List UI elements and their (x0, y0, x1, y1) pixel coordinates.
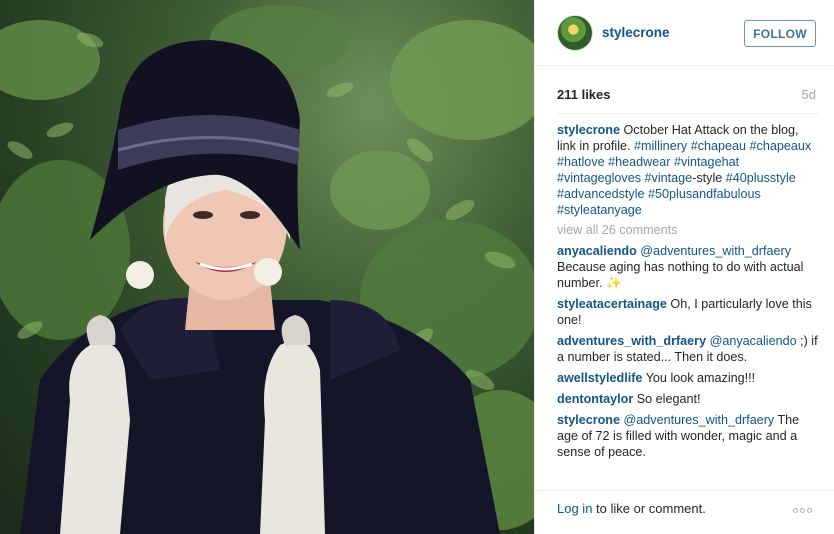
caption: stylecrone October Hat Attack on the blo… (557, 122, 819, 218)
hashtag[interactable]: #chapeaux (750, 139, 812, 153)
comment: awellstyledlife You look amazing!!! (557, 370, 819, 386)
comment-text: So elegant! (636, 392, 701, 406)
hashtag[interactable]: #chapeau (691, 139, 746, 153)
comment: stylecrone @adventures_with_drfaery The … (557, 412, 819, 460)
login-prompt: Log in to like or comment. (557, 501, 706, 516)
hashtag[interactable]: #headwear (608, 155, 670, 169)
hashtag[interactable]: #vintage (645, 171, 693, 185)
view-all-comments-link[interactable]: view all 26 comments (557, 223, 819, 237)
hashtag[interactable]: #hatlove (557, 155, 605, 169)
comment: anyacaliendo @adventures_with_drfaery Be… (557, 243, 819, 291)
post-age[interactable]: 5d (802, 87, 816, 102)
login-link[interactable]: Log in (557, 501, 592, 516)
hashtag[interactable]: #styleatanyage (557, 203, 642, 217)
hashtag[interactable]: #vintagegloves (557, 171, 641, 185)
comment-mention[interactable]: @adventures_with_drfaery (624, 413, 775, 427)
comment-list: stylecrone October Hat Attack on the blo… (557, 113, 819, 465)
post-photo[interactable] (0, 0, 534, 534)
more-options-icon[interactable] (793, 501, 817, 517)
login-prompt-text: to like or comment. (596, 501, 706, 516)
author-username[interactable]: stylecrone (602, 25, 670, 40)
hashtag[interactable]: #50plusandfabulous (648, 187, 761, 201)
avatar[interactable] (557, 15, 593, 51)
photo-illustration (0, 5, 534, 534)
comment-username[interactable]: adventures_with_drfaery (557, 334, 706, 348)
comment: styleatacertainage Oh, I particularly lo… (557, 296, 819, 328)
hashtag[interactable]: #vintagehat (674, 155, 739, 169)
hashtag[interactable]: #millinery (634, 139, 687, 153)
comment: adventures_with_drfaery @anyacaliendo ;)… (557, 333, 819, 365)
follow-button[interactable]: FOLLOW (744, 20, 816, 47)
comment-username[interactable]: styleatacertainage (557, 297, 667, 311)
comment-text: Because aging has nothing to do with act… (557, 260, 804, 290)
hashtag[interactable]: #advancedstyle (557, 187, 645, 201)
comment-text: You look amazing!!! (645, 371, 756, 385)
hashtag[interactable]: #40plusstyle (726, 171, 796, 185)
caption-suffix: -style (692, 171, 723, 185)
comment-username[interactable]: stylecrone (557, 413, 620, 427)
comment-username[interactable]: awellstyledlife (557, 371, 642, 385)
comment-username[interactable]: dentontaylor (557, 392, 633, 406)
comment-mention[interactable]: @anyacaliendo (710, 334, 797, 348)
comment-mention[interactable]: @adventures_with_drfaery (640, 244, 791, 258)
comment-username[interactable]: anyacaliendo (557, 244, 637, 258)
caption-username[interactable]: stylecrone (557, 123, 620, 137)
post-header: stylecrone FOLLOW (535, 0, 834, 66)
comment: dentontaylor So elegant! (557, 391, 819, 407)
post-details-panel: stylecrone FOLLOW 211 likes 5d stylecron… (534, 0, 834, 534)
post-footer: Log in to like or comment. (535, 490, 834, 534)
likes-count[interactable]: 211 likes (557, 87, 611, 102)
